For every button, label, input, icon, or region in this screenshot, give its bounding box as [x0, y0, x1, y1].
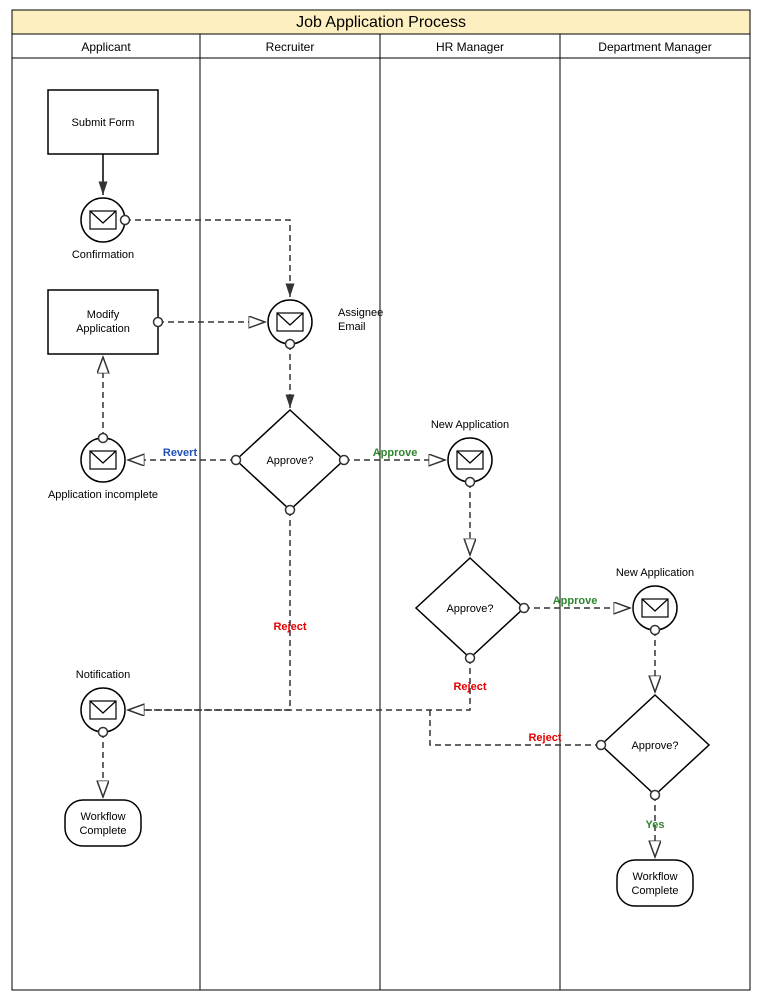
diagram-title: Job Application Process [296, 14, 466, 31]
event-confirmation-label: Confirmation [72, 249, 134, 261]
svg-text:Approve?: Approve? [266, 455, 313, 467]
svg-text:Workflow: Workflow [80, 811, 125, 823]
event-app-incomplete [81, 438, 125, 482]
event-notification-label: Notification [76, 669, 130, 681]
event-confirmation [81, 198, 125, 242]
svg-text:Approve?: Approve? [631, 740, 678, 752]
gateway-approve-recruiter: Approve? [236, 410, 344, 510]
event-assignee-email [268, 300, 312, 344]
task-modify-application [48, 290, 158, 354]
end-workflow-complete-applicant: Workflow Complete [65, 800, 141, 846]
flow-approve3-reject [430, 710, 601, 745]
event-assignee-email-label-2: Email [338, 321, 366, 333]
gateway-approve-hr: Approve? [416, 558, 524, 658]
event-notification [81, 688, 125, 732]
task-modify-application-label-1: Modify [87, 309, 120, 321]
svg-text:Complete: Complete [79, 825, 126, 837]
event-new-app-dept-label: New Application [616, 567, 694, 579]
svg-text:Complete: Complete [631, 885, 678, 897]
label-approve-1: Approve [373, 447, 418, 459]
flow-approve2-reject [128, 658, 470, 710]
label-reject-1: Reject [273, 621, 306, 633]
label-reject-3: Reject [528, 732, 561, 744]
label-approve-2: Approve [553, 595, 598, 607]
gateway-approve-dept: Approve? [601, 695, 709, 795]
label-yes: Yes [646, 819, 665, 831]
event-new-app-dept [633, 586, 677, 630]
end-workflow-complete-dept: Workflow Complete [617, 860, 693, 906]
event-assignee-email-label-1: Assignee [338, 307, 383, 319]
lane-recruiter: Recruiter [266, 40, 315, 54]
task-modify-application-label-2: Application [76, 323, 130, 335]
task-submit-form-label: Submit Form [72, 117, 135, 129]
lane-dept: Department Manager [598, 40, 711, 54]
lane-hr: HR Manager [436, 40, 504, 54]
event-new-app-hr [448, 438, 492, 482]
flow-approve1-reject [128, 510, 290, 710]
flow-confirmation-assignee [125, 220, 290, 297]
svg-text:Workflow: Workflow [632, 871, 677, 883]
label-reject-2: Reject [453, 681, 486, 693]
label-revert: Revert [163, 447, 198, 459]
event-app-incomplete-label: Application incomplete [48, 489, 158, 501]
lane-applicant: Applicant [81, 40, 131, 54]
event-new-app-hr-label: New Application [431, 419, 509, 431]
svg-text:Approve?: Approve? [446, 603, 493, 615]
